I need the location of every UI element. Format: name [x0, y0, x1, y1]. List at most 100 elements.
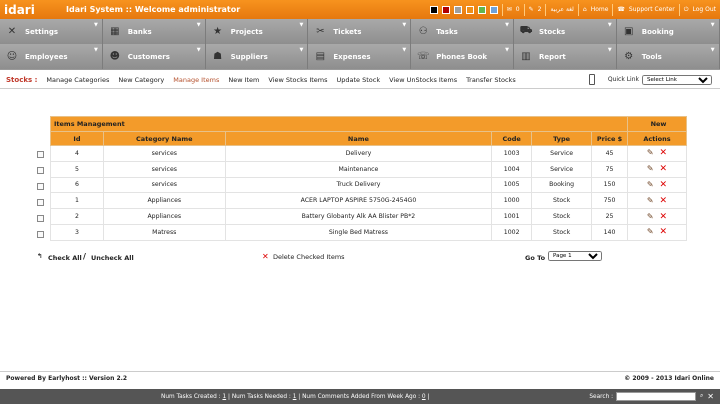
nav-phones-book[interactable]: ☏ Phones Book ▼ — [411, 44, 514, 69]
support-icon[interactable]: ☎ — [617, 6, 624, 13]
dropdown-arrow-icon[interactable]: ▼ — [711, 47, 715, 53]
delete-icon[interactable]: ✕ — [660, 196, 668, 206]
delete-checked-link[interactable]: Delete Checked Items — [273, 253, 345, 261]
nav-label: Suppliers — [230, 52, 268, 61]
nav-customers[interactable]: ☻ Customers ▼ — [102, 44, 206, 69]
delete-icon[interactable]: ✕ — [660, 148, 668, 158]
nav-booking[interactable]: ▣ Booking ▼ — [616, 19, 720, 44]
search-icon[interactable]: ⌕ — [700, 393, 703, 400]
ticket-icon: ✂ — [316, 26, 325, 37]
link-view-unstocks-items[interactable]: View UnStocks Items — [389, 76, 457, 84]
uncheck-all-link[interactable]: Uncheck All — [91, 254, 134, 262]
dropdown-arrow-icon[interactable]: ▼ — [300, 47, 304, 53]
logo[interactable]: idari — [0, 0, 58, 19]
link-manage-categories[interactable]: Manage Categories — [46, 76, 109, 84]
support-link[interactable]: Support Center — [629, 6, 675, 13]
theme-swatch-orange[interactable] — [465, 5, 474, 14]
dropdown-arrow-icon[interactable]: ▼ — [94, 47, 98, 53]
dropdown-arrow-icon[interactable]: ▼ — [402, 47, 406, 53]
cell-category: Appliances — [102, 192, 226, 210]
dropdown-arrow-icon[interactable]: ▼ — [608, 22, 612, 28]
tasks-needed-value[interactable]: 1 — [293, 394, 297, 400]
edit-icon[interactable]: ✎ — [647, 180, 654, 189]
row-checkbox[interactable] — [37, 199, 44, 206]
new-item-button[interactable]: New — [627, 116, 687, 132]
nav-stocks[interactable]: ⛟ Stocks ▼ — [513, 19, 617, 44]
messages-icon[interactable]: ✉ — [507, 6, 512, 13]
nav-tools[interactable]: ⚙ Tools ▼ — [616, 44, 720, 69]
theme-swatch-red[interactable] — [441, 5, 450, 14]
quick-link-select[interactable]: Select Link — [642, 74, 712, 85]
col-category: Category Name — [102, 131, 226, 146]
row-checkbox[interactable] — [37, 231, 44, 238]
status-link-1[interactable] — [6, 394, 66, 400]
delete-icon[interactable]: ✕ — [660, 227, 668, 237]
employees-icon: ☺ — [6, 51, 18, 62]
theme-swatch-blue[interactable] — [489, 5, 498, 14]
search-input[interactable] — [616, 392, 697, 401]
edit-icon[interactable]: ✎ — [647, 196, 654, 205]
link-manage-items[interactable]: Manage Items — [173, 76, 219, 84]
delete-icon[interactable]: ✕ — [660, 212, 668, 222]
nav-suppliers[interactable]: ☗ Suppliers ▼ — [205, 44, 309, 69]
nav-employees[interactable]: ☺ Employees ▼ — [0, 44, 103, 69]
row-checkbox[interactable] — [37, 183, 44, 190]
status-link-2[interactable] — [66, 394, 116, 400]
page-select[interactable]: Page 1 — [548, 251, 602, 261]
tasks-created-value[interactable]: 1 — [222, 394, 226, 400]
link-new-item[interactable]: New Item — [228, 76, 259, 84]
delete-icon[interactable]: ✕ — [660, 180, 668, 190]
dropdown-arrow-icon[interactable]: ▼ — [197, 47, 201, 53]
dropdown-arrow-icon[interactable]: ▼ — [505, 22, 509, 28]
nav-tickets[interactable]: ✂ Tickets ▼ — [308, 19, 412, 44]
dropdown-arrow-icon[interactable]: ▼ — [94, 22, 98, 28]
link-new-category[interactable]: New Category — [118, 76, 164, 84]
link-transfer-stocks[interactable]: Transfer Stocks — [466, 76, 516, 84]
mobile-icon[interactable] — [588, 74, 595, 85]
tools-icon: ✕ — [7, 26, 17, 37]
nav-expenses[interactable]: ▤ Expenses ▼ — [308, 44, 412, 69]
language-link[interactable]: لغة عربية — [550, 6, 573, 13]
cell-code: 1003 — [491, 145, 533, 162]
edit-icon[interactable]: ✎ — [647, 212, 654, 221]
comments-added-value[interactable]: 0 — [422, 394, 426, 400]
edit-icon[interactable]: ✎ — [647, 148, 654, 157]
bank-icon: ▦ — [110, 26, 120, 37]
dropdown-arrow-icon[interactable]: ▼ — [197, 22, 201, 28]
row-checkbox[interactable] — [37, 215, 44, 222]
logout-link[interactable]: Log Out — [692, 6, 716, 13]
theme-swatch-green[interactable] — [477, 5, 486, 14]
status-link-3[interactable] — [116, 394, 161, 400]
cell-price: 140 — [591, 223, 629, 241]
dropdown-arrow-icon[interactable]: ▼ — [300, 22, 304, 28]
theme-swatch-gray[interactable] — [453, 5, 462, 14]
delete-icon[interactable]: ✕ — [660, 164, 668, 174]
row-checkbox[interactable] — [37, 167, 44, 174]
separator: / — [83, 252, 86, 261]
theme-swatch-black[interactable] — [429, 5, 438, 14]
edit-icon[interactable]: ✎ — [647, 164, 654, 173]
close-icon[interactable]: ✕ — [707, 392, 714, 401]
nav-banks[interactable]: ▦ Banks ▼ — [102, 19, 206, 44]
home-icon[interactable]: ⌂ — [583, 6, 587, 13]
dropdown-arrow-icon[interactable]: ▼ — [505, 47, 509, 53]
cell-id: 3 — [50, 223, 104, 241]
logout-icon[interactable]: ⏻ — [684, 6, 689, 14]
dropdown-arrow-icon[interactable]: ▼ — [402, 22, 406, 28]
nav-row-1: ✕ Settings ▼ ▦ Banks ▼ ★ Projects ▼ ✂ Tickets ▼ … — [0, 19, 720, 44]
cell-code: 1001 — [491, 208, 533, 225]
row-checkbox[interactable] — [37, 151, 44, 158]
nav-projects[interactable]: ★ Projects ▼ — [205, 19, 309, 44]
link-view-stocks-items[interactable]: View Stocks Items — [268, 76, 327, 84]
dropdown-arrow-icon[interactable]: ▼ — [608, 47, 612, 53]
link-update-stock[interactable]: Update Stock — [337, 76, 381, 84]
dropdown-arrow-icon[interactable]: ▼ — [711, 22, 715, 28]
edit-icon[interactable]: ✎ — [647, 227, 654, 236]
home-link[interactable]: Home — [591, 6, 609, 13]
nav-report[interactable]: ▥ Report ▼ — [513, 44, 617, 69]
cell-type: Stock — [531, 192, 593, 210]
notifications-icon[interactable]: ✎ — [529, 6, 534, 13]
check-all-link[interactable]: Check All — [48, 254, 82, 262]
nav-settings[interactable]: ✕ Settings ▼ — [0, 19, 103, 44]
nav-tasks[interactable]: ⚇ Tasks ▼ — [411, 19, 514, 44]
